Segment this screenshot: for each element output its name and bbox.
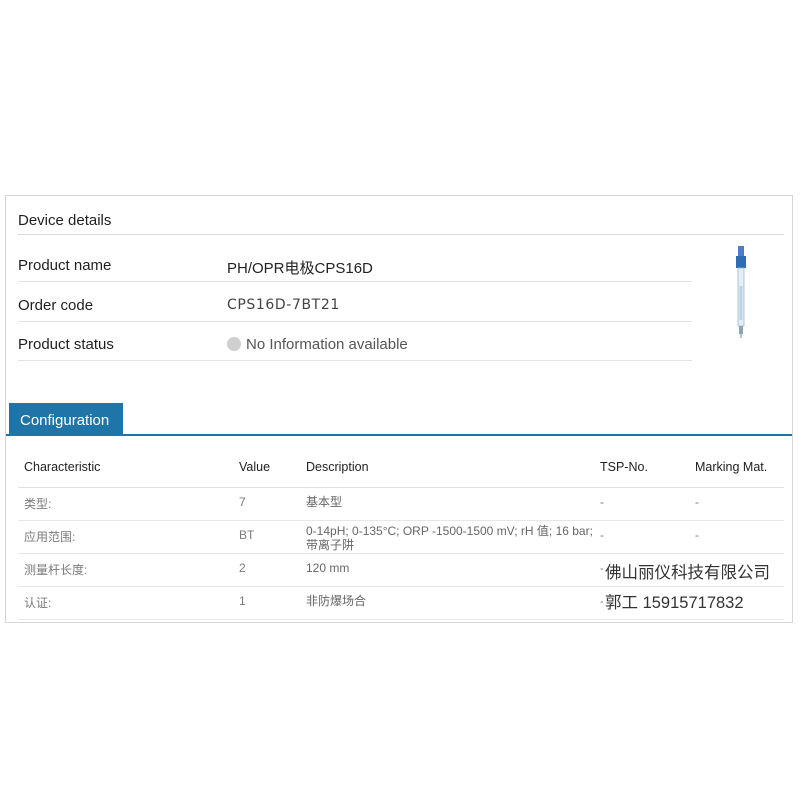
product-status-value: No Information available — [246, 336, 408, 353]
cell-characteristic: 认证: — [24, 596, 52, 610]
tab-underline — [6, 434, 792, 436]
watermark-contact: 郭工 15915717832 — [603, 589, 746, 613]
details-divider — [18, 234, 784, 235]
cell-description: 基本型 — [306, 495, 343, 509]
cell-description: 120 mm — [306, 561, 350, 575]
device-details-title: Device details — [18, 212, 112, 229]
watermark-company: 佛山丽仪科技有限公司 — [603, 559, 772, 583]
cell-description: 0-14pH; 0-135°C; ORP -1500-1500 mV; rH 值… — [306, 524, 593, 552]
order-code-row: Order code CPS16D-7BT21 — [18, 284, 692, 322]
cell-value: BT — [239, 528, 255, 542]
header-marking-mat: Marking Mat. — [695, 460, 768, 474]
order-code-value: CPS16D-7BT21 — [227, 297, 340, 313]
cell-marking-mat: - — [695, 528, 699, 542]
table-header: Characteristic Value Description TSP-No.… — [18, 451, 784, 488]
product-name-label: Product name — [18, 257, 112, 274]
status-dot-icon — [227, 337, 241, 351]
ph-electrode-probe-icon — [736, 246, 746, 338]
header-characteristic: Characteristic — [24, 460, 101, 474]
cell-characteristic: 应用范围: — [24, 530, 76, 544]
cell-marking-mat: - — [695, 495, 699, 509]
order-code-label: Order code — [18, 297, 94, 314]
cell-value: 7 — [239, 495, 246, 509]
table-row: 应用范围: BT 0-14pH; 0-135°C; ORP -1500-1500… — [18, 521, 784, 554]
cell-value: 1 — [239, 594, 246, 608]
header-description: Description — [306, 460, 369, 474]
cell-tsp-no: - — [600, 495, 604, 509]
product-name-value: PH/OPR电极CPS16D — [227, 260, 373, 277]
table-row: 类型: 7 基本型 - - — [18, 488, 784, 521]
cell-description: 非防爆场合 — [306, 594, 367, 608]
device-details-panel: Device details Product name PH/OPR电极CPS1… — [5, 195, 793, 623]
tab-configuration[interactable]: Configuration — [9, 403, 123, 436]
cell-value: 2 — [239, 561, 246, 575]
cell-characteristic: 类型: — [24, 497, 52, 511]
header-value: Value — [239, 460, 271, 474]
product-name-row: Product name PH/OPR电极CPS16D — [18, 244, 692, 282]
product-status-row: Product status No Information available — [18, 323, 692, 361]
product-status-label: Product status — [18, 336, 114, 353]
cell-characteristic: 测量杆长度: — [24, 563, 88, 577]
header-tsp-no: TSP-No. — [600, 460, 648, 474]
cell-tsp-no: - — [600, 528, 604, 542]
